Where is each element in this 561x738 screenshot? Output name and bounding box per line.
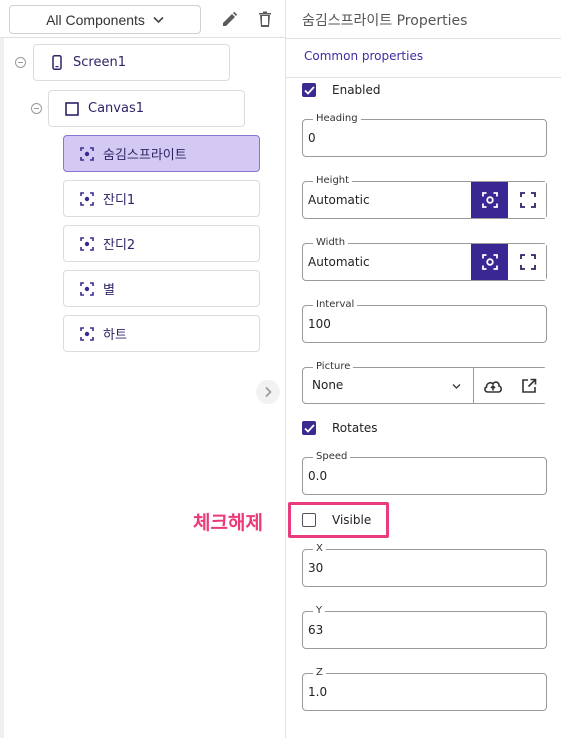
tree-node-heart[interactable]: 하트 [63,315,260,352]
width-label: Width [313,237,349,249]
width-automatic-button[interactable] [471,244,508,280]
heading-label: Heading [313,113,361,125]
width-value[interactable]: Automatic [308,255,370,269]
height-fill-parent-button[interactable] [509,182,546,218]
chevron-down-icon [153,16,164,23]
properties-title: 숨김스프라이트 Properties [302,13,468,29]
phone-icon [49,55,65,71]
height-automatic-button[interactable] [471,182,508,218]
tree-node-label: 잔디2 [103,238,136,253]
width-fill-parent-button[interactable] [509,244,546,280]
heading-field[interactable]: Heading 0 [302,113,547,157]
square-icon [64,101,80,117]
expand-panel-button[interactable] [256,380,280,404]
height-label: Height [313,175,353,187]
check-icon [303,85,315,95]
divider [286,38,561,39]
z-value: 1.0 [308,685,328,699]
pencil-icon[interactable] [221,10,239,28]
tree-node-grass1[interactable]: 잔디1 [63,180,260,217]
tree-node-label: 별 [103,283,115,298]
y-field[interactable]: Y 63 [302,605,547,649]
visible-label: Visible [332,513,372,527]
tree-node-label: 잔디1 [103,193,136,208]
component-filter-label: All Components [46,11,145,28]
annotation-text: 체크해제 [193,512,263,534]
properties-panel: 숨김스프라이트 Properties Common properties Ena… [286,0,561,738]
tree-node-star[interactable]: 별 [63,270,260,307]
tree-node-label: Canvas1 [88,101,144,116]
heading-value: 0 [308,131,316,145]
tree-toolbar: All Components [0,0,286,38]
panel-edge [0,38,4,738]
tree-node-canvas1[interactable]: Canvas1 [48,90,245,127]
fullscreen-icon [519,254,536,270]
tree-node-label: 하트 [103,328,127,343]
visible-checkbox[interactable] [302,513,316,527]
enabled-label: Enabled [332,83,381,97]
x-value: 30 [308,561,324,575]
picture-upload-button[interactable] [474,368,511,403]
sprite-icon [79,281,95,297]
rotates-label: Rotates [332,421,378,435]
tree-node-label: 숨김스프라이트 [103,148,187,163]
sprite-icon [79,326,95,342]
sprite-icon [79,191,95,207]
canvas1-collapse-toggle[interactable] [31,103,42,114]
component-tree-panel: All Components Screen1 Canvas1 숨김스프라이트 잔… [0,0,286,738]
x-label: X [313,543,326,555]
picture-value: None [312,378,344,392]
picture-open-button[interactable] [510,368,547,403]
speed-value: 0.0 [308,469,328,483]
chevron-down-icon [452,383,461,390]
divider [286,77,561,78]
screen1-collapse-toggle[interactable] [15,57,26,68]
enabled-checkbox[interactable] [302,83,316,97]
tree-node-hidden-sprite[interactable]: 숨김스프라이트 [63,135,260,172]
interval-label: Interval [313,299,358,311]
open-external-icon [521,378,536,393]
interval-value: 100 [308,317,331,331]
check-icon [303,423,315,433]
tree-node-screen1[interactable]: Screen1 [33,44,230,81]
speed-field[interactable]: Speed 0.0 [302,451,547,495]
visible-checkbox-row[interactable]: Visible [302,511,371,529]
tree-node-label: Screen1 [73,55,126,70]
y-label: Y [313,605,326,617]
fullscreen-icon [519,192,536,208]
cloud-upload-icon [483,380,502,393]
picture-select[interactable]: None [303,368,473,403]
trash-icon[interactable] [256,10,274,28]
sprite-icon [79,146,95,162]
section-title: Common properties [304,49,424,63]
tree-node-grass2[interactable]: 잔디2 [63,225,260,262]
component-filter-dropdown[interactable]: All Components [9,5,201,34]
sprite-icon [79,236,95,252]
chevron-right-icon [265,386,272,398]
picture-field: Picture None [302,361,547,404]
z-field[interactable]: Z 1.0 [302,667,547,711]
speed-label: Speed [313,451,351,463]
width-field: Width Automatic [302,237,547,281]
rotates-checkbox[interactable] [302,421,316,435]
enabled-checkbox-row[interactable]: Enabled [302,81,381,99]
focus-center-icon [481,254,498,270]
z-label: Z [313,667,326,679]
interval-field[interactable]: Interval 100 [302,299,547,343]
y-value: 63 [308,623,324,637]
x-field[interactable]: X 30 [302,543,547,587]
height-value[interactable]: Automatic [308,193,370,207]
focus-center-icon [481,192,498,208]
height-field: Height Automatic [302,175,547,219]
rotates-checkbox-row[interactable]: Rotates [302,419,378,437]
